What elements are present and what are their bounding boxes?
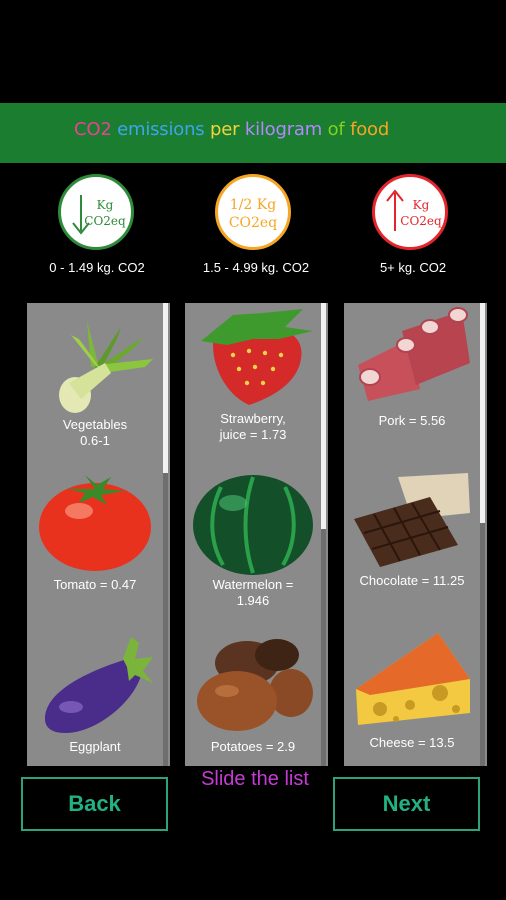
item-label: Chocolate = 11.25 [359, 573, 465, 588]
list-item[interactable]: Tomato = 0.47 [27, 471, 163, 593]
list-item[interactable]: Pork = 5.56 [344, 305, 480, 429]
high-emission-badge: Kg CO2eq [372, 174, 448, 250]
list-item[interactable]: Cheese = 13.5 [344, 629, 480, 751]
badge-unit: CO2eq [84, 214, 126, 228]
slide-hint: Slide the list [201, 768, 309, 790]
badge-unit: Kg [413, 198, 430, 212]
item-label: Potatoes = 2.9 [210, 739, 296, 754]
scrollbar-thumb[interactable] [321, 303, 326, 529]
title-part: food [350, 119, 390, 140]
next-button[interactable]: Next [333, 777, 480, 831]
back-button[interactable]: Back [21, 777, 168, 831]
medium-range-label: 1.5 - 4.99 kg. CO2 [202, 260, 310, 275]
high-emission-list[interactable]: Pork = 5.56 Chocolate = 11.25 Cheese = 1… [344, 303, 487, 766]
list-item[interactable]: Chocolate = 11.25 [344, 467, 480, 589]
scrollbar-thumb[interactable] [163, 303, 168, 473]
watermelon-icon [193, 475, 313, 575]
list-item[interactable]: Watermelon = 1.946 [185, 471, 321, 609]
cheese-icon [356, 633, 470, 725]
leek-icon [59, 321, 153, 413]
tomato-icon [39, 475, 151, 571]
badge-unit: CO2eq [229, 215, 277, 231]
badge-unit: 1/2 Kg [230, 197, 276, 213]
eggplant-icon [45, 637, 153, 733]
high-range-label: 5+ kg. CO2 [379, 260, 447, 275]
chocolate-icon [354, 473, 470, 567]
title-part: emissions [117, 119, 211, 140]
badge-text: 1/2 Kg CO2eq [229, 197, 277, 231]
low-emission-list[interactable]: Vegetables 0.6-1 Tomato = 0.47 Eggplant [27, 303, 170, 766]
arrow-up-icon: Kg CO2eq [386, 189, 442, 231]
badge-unit: CO2eq [400, 214, 442, 228]
list-item[interactable]: Potatoes = 2.9 [185, 633, 321, 755]
strawberry-icon [201, 309, 313, 405]
item-label: Pork = 5.56 [378, 413, 446, 428]
item-label: Eggplant [69, 739, 121, 754]
item-label: Cheese = 13.5 [369, 735, 455, 750]
scrollbar-thumb[interactable] [480, 303, 485, 523]
low-range-label: 0 - 1.49 kg. CO2 [49, 260, 145, 275]
low-emission-badge: Kg CO2eq [58, 174, 134, 250]
item-label: Watermelon = 1.946 [212, 577, 294, 608]
medium-emission-list[interactable]: Strawberry, juice = 1.73 Watermelon = 1.… [185, 303, 328, 766]
medium-emission-badge: 1/2 Kg CO2eq [215, 174, 291, 250]
item-label: Tomato = 0.47 [53, 577, 137, 592]
badge-unit: Kg [97, 198, 114, 212]
page-title: CO2 emissions per kilogram of food [74, 119, 389, 140]
item-label: Strawberry, juice = 1.73 [219, 411, 287, 442]
title-part: per [210, 119, 245, 140]
list-item[interactable]: Strawberry, juice = 1.73 [185, 305, 321, 443]
arrow-down-icon: Kg CO2eq [72, 195, 126, 235]
title-part: CO2 [74, 119, 118, 140]
list-item[interactable]: Eggplant [27, 629, 163, 755]
potatoes-icon [197, 639, 313, 731]
list-item[interactable]: Vegetables 0.6-1 [27, 307, 163, 449]
pork-ribs-icon [358, 307, 470, 401]
item-label: Vegetables 0.6-1 [62, 417, 128, 448]
title-part: of [327, 119, 351, 140]
title-part: kilogram [244, 119, 328, 140]
